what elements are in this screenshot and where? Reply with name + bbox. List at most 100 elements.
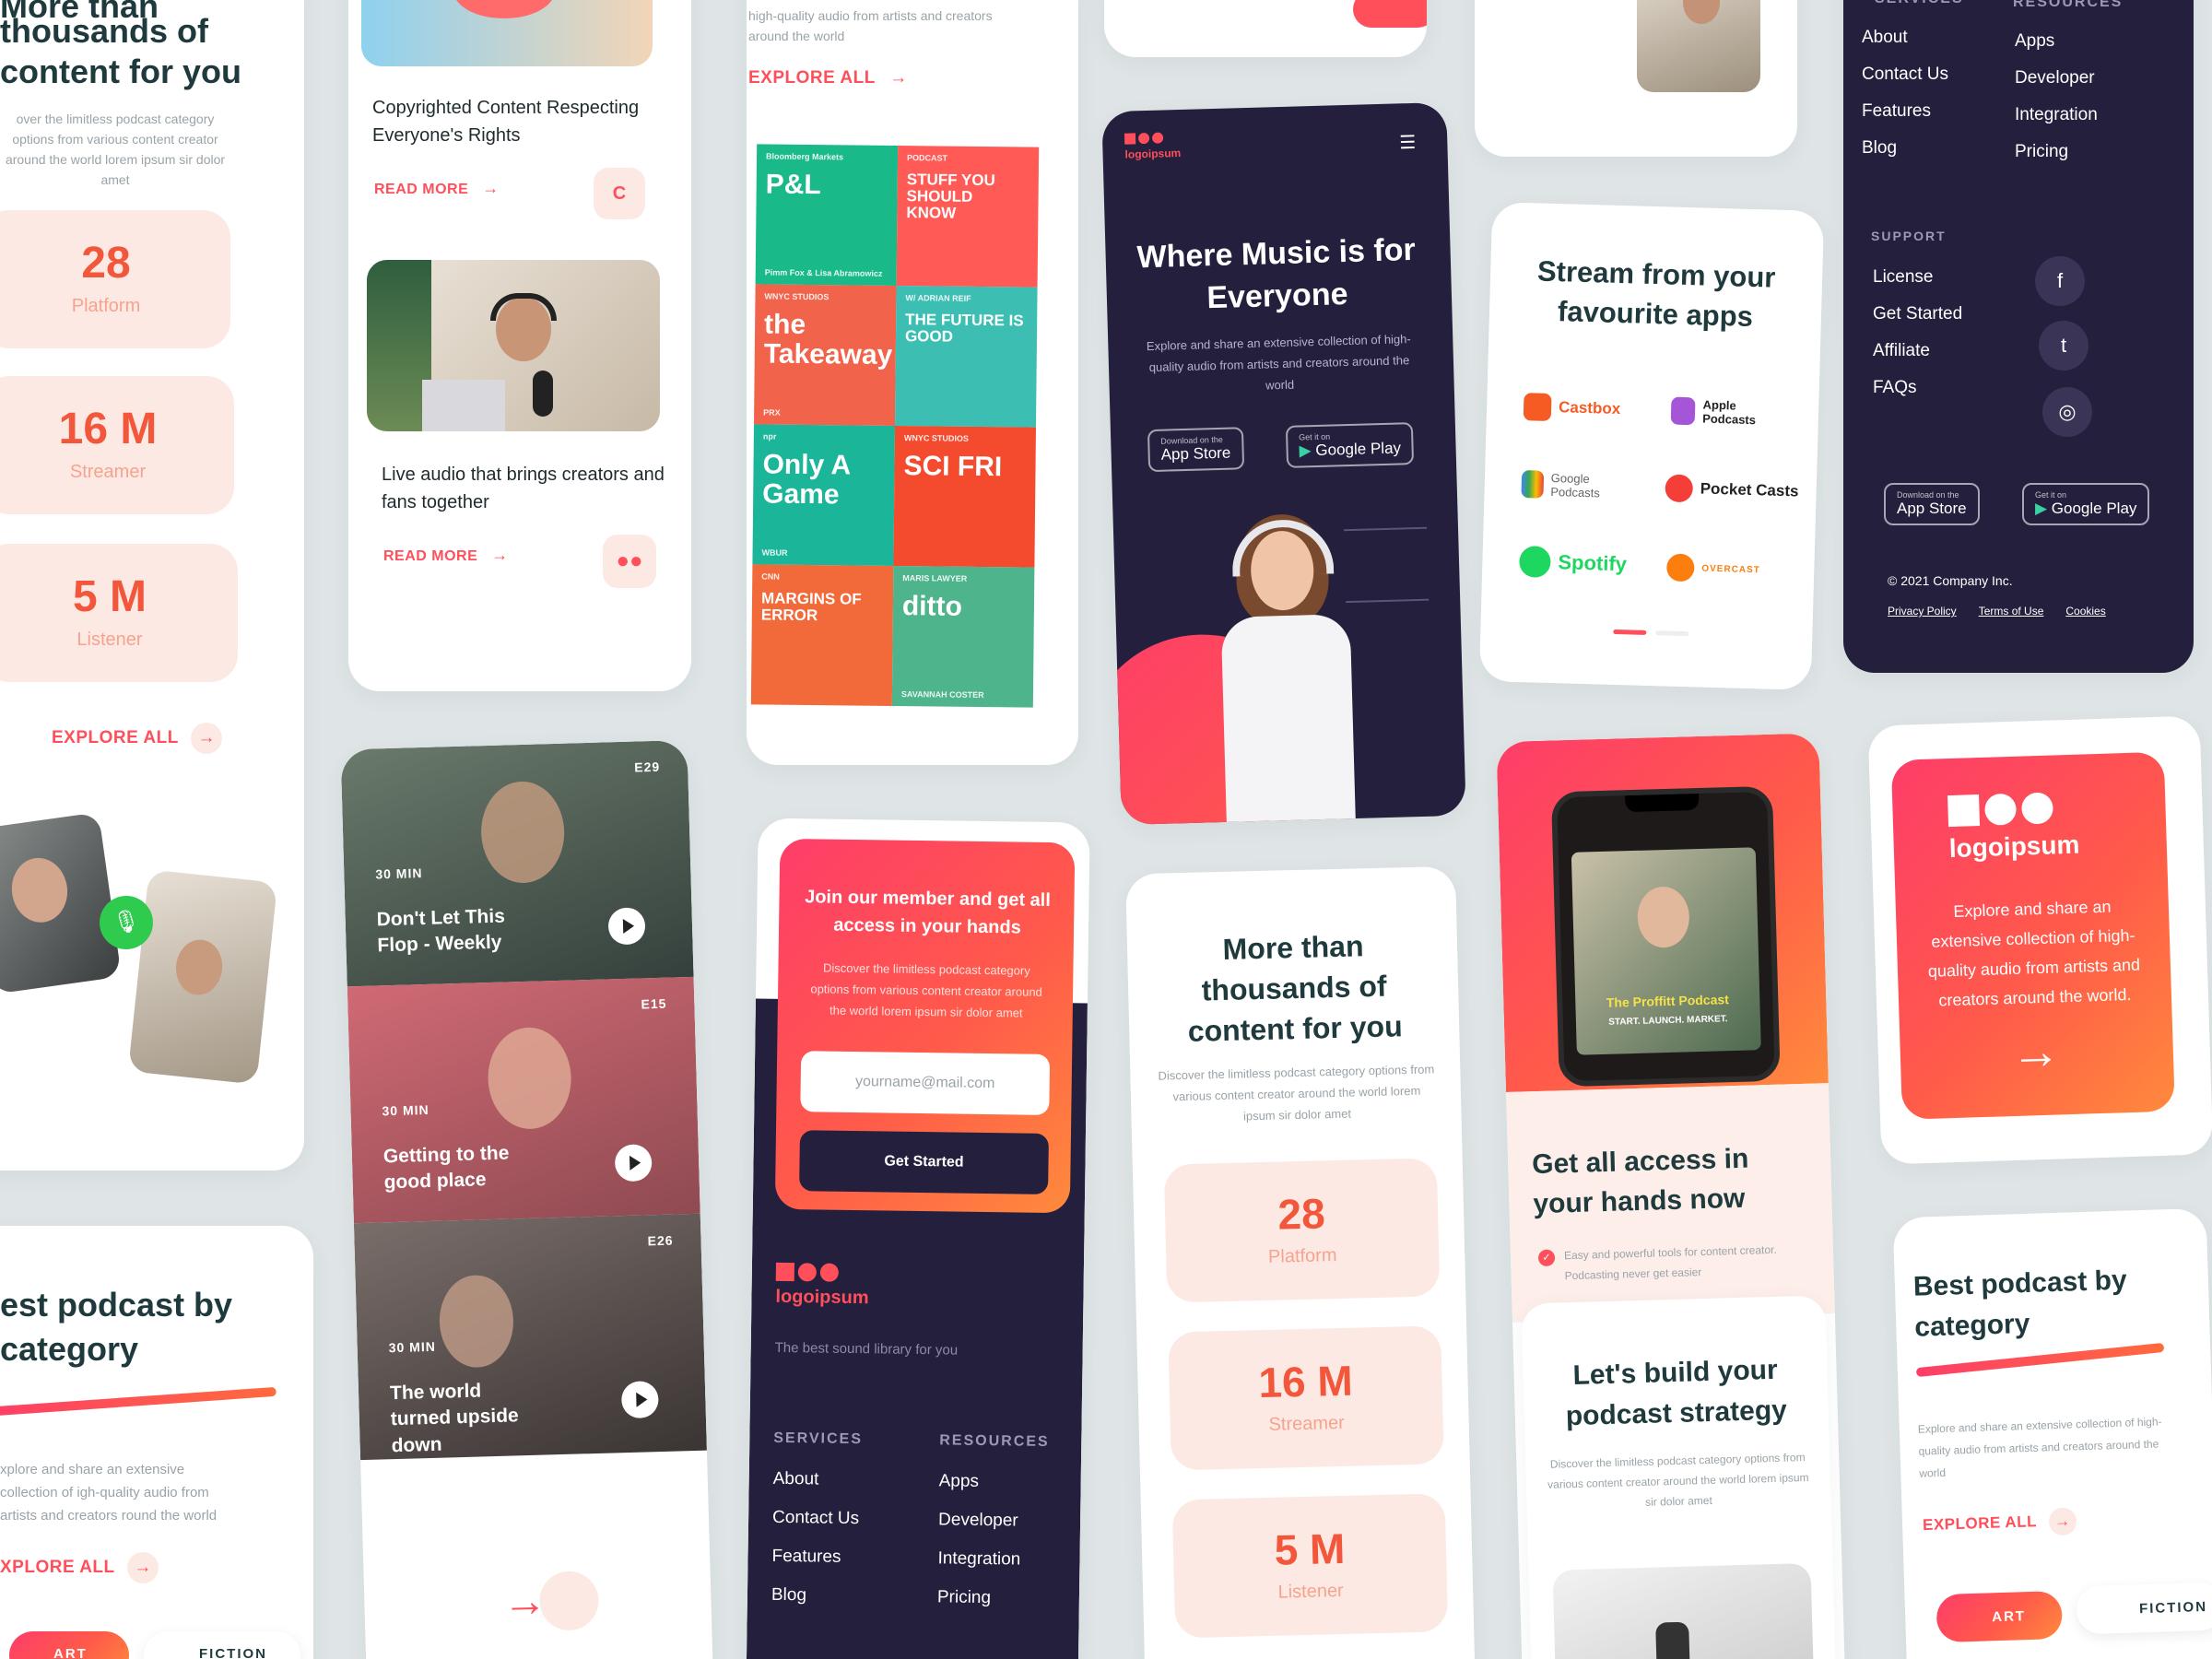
chip-art[interactable]: ART — [9, 1631, 129, 1659]
footer-link[interactable]: Contact Us — [772, 1508, 859, 1529]
swoosh-underline — [1915, 1342, 2165, 1378]
footer-link[interactable]: Integration — [2015, 105, 2098, 125]
resources-list: Apps Developer Integration Pricing — [2015, 31, 2098, 162]
podcast-cover-tile[interactable]: PODCAST STUFF YOU SHOULD KNOW — [896, 146, 1040, 288]
podcast-icon[interactable]: ●● — [603, 535, 656, 588]
arrow-right-icon[interactable]: → — [2010, 1022, 2062, 1081]
email-input[interactable]: yourname@mail.com — [800, 1051, 1051, 1115]
more-title: More than thousands of content for you — [1187, 929, 1404, 1048]
app-store-button[interactable]: Download on the App Store — [1147, 427, 1244, 473]
footer-link[interactable]: Apps — [2015, 31, 2098, 52]
arrow-right-icon: → — [2048, 1507, 2077, 1536]
mic-icon[interactable]: 🎙 — [100, 896, 153, 949]
facebook-icon[interactable]: f — [2035, 256, 2085, 306]
footer-link[interactable]: Features — [771, 1547, 858, 1568]
best-podcast-card-right: Best podcast by category Explore and sha… — [1892, 1207, 2212, 1659]
stat-label: Streamer — [69, 462, 147, 482]
footer-link[interactable]: Blog — [771, 1585, 858, 1606]
join-footer-card: Join our member and get all access in yo… — [746, 818, 1090, 1659]
google-podcasts-logo[interactable]: Google Podcasts — [1521, 470, 1641, 501]
play-button[interactable] — [614, 1144, 653, 1182]
footer-link[interactable]: Get Started — [1873, 304, 1962, 324]
instagram-icon[interactable]: ◎ — [2042, 387, 2092, 437]
spotify-logo[interactable]: Spotify — [1518, 546, 1627, 580]
stat-num: 5 M — [1274, 1524, 1346, 1574]
episode-item[interactable]: E15 30 MIN Getting to the good place — [347, 976, 700, 1224]
carousel-dot-active[interactable] — [1613, 629, 1647, 635]
podcast-cover-tile[interactable]: W/ ADRIAN REIF THE FUTURE IS GOOD — [895, 286, 1038, 428]
google-play-button[interactable]: Get it on ▶ Google Play — [2022, 483, 2150, 525]
app-store-button[interactable]: Download on the App Store — [1884, 483, 1980, 525]
best-podcast-card-left: est podcast by category xplore and share… — [0, 1226, 313, 1659]
episode-photo — [479, 780, 566, 885]
footer-link[interactable]: About — [773, 1469, 860, 1490]
footer-link[interactable]: Pricing — [2015, 142, 2098, 162]
footer-link[interactable]: FAQs — [1873, 378, 1962, 398]
podcast-cover-tile[interactable]: WNYC STUDIOS the Takeaway PRX — [754, 284, 897, 426]
tile-subtitle: npr — [762, 431, 777, 441]
podcast-cover-tile[interactable]: npr Only A Game WBUR — [752, 424, 895, 566]
best-podcast-desc: xplore and share an extensive collection… — [0, 1462, 218, 1524]
episode-duration: 30 MIN — [388, 1338, 437, 1356]
woman-face — [7, 854, 72, 926]
stat-label: Streamer — [1268, 1412, 1346, 1435]
footer-link[interactable]: Blog — [1862, 138, 1948, 159]
explore-all-link-4[interactable]: EXPLORE ALL → — [1923, 1507, 2077, 1539]
legal-link[interactable]: Privacy Policy — [1888, 605, 1957, 618]
best-podcast-title: Best podcast by category — [1912, 1265, 2128, 1343]
podcast-cover-tile[interactable]: MARIS LAWYER ditto SAVANNAH COSTER — [891, 565, 1035, 708]
google-play-button[interactable]: Get it on ▶ Google Play — [1285, 422, 1415, 468]
footer-link[interactable]: Pricing — [937, 1587, 1020, 1608]
overcast-logo[interactable]: OVERCAST — [1665, 553, 1760, 584]
explore-all-link-3[interactable]: EXPLORE ALL → — [748, 68, 908, 88]
footer-link[interactable]: Developer — [938, 1510, 1021, 1531]
cta-button-partial[interactable] — [1353, 0, 1427, 28]
pocket-casts-logo[interactable]: Pocket Casts — [1665, 474, 1799, 505]
episode-item[interactable]: E29 30 MIN Don't Let This Flop - Weekly — [340, 739, 694, 987]
chip-label: ART — [53, 1646, 88, 1659]
get-started-button[interactable]: Get Started — [799, 1130, 1049, 1194]
footer-link[interactable]: Integration — [937, 1548, 1020, 1570]
chip-fiction[interactable]: FICTION — [144, 1631, 300, 1659]
podcast-cover-tile[interactable]: Bloomberg Markets P&L Pimm Fox & Lisa Abra… — [755, 144, 899, 287]
explore-label: XPLORE ALL — [0, 1558, 115, 1578]
email-placeholder: yourname@mail.com — [854, 1074, 995, 1092]
chip-fiction[interactable]: FICTION — [2076, 1582, 2212, 1635]
episode-duration: 30 MIN — [375, 865, 423, 882]
castbox-icon[interactable]: C — [594, 168, 645, 219]
menu-icon[interactable]: ☰ — [1399, 131, 1420, 155]
castbox-logo[interactable]: Castbox — [1523, 393, 1621, 423]
read-more-link-1[interactable]: READ MORE → — [374, 179, 500, 198]
hero-title: Where Music is for Everyone — [1136, 231, 1417, 316]
footer-link[interactable]: Contact Us — [1862, 65, 1948, 85]
legal-link[interactable]: Cookies — [2065, 605, 2105, 618]
episode-code: E26 — [647, 1232, 674, 1249]
support-heading: SUPPORT — [1871, 229, 1947, 243]
chip-label: ART — [1992, 1608, 2027, 1626]
episode-item[interactable]: E26 30 MIN The world turned upside down — [353, 1213, 707, 1461]
episode-title: Don't Let This Flop - Weekly — [376, 905, 506, 957]
stream-apps-card: Stream from your favourite apps Castbox … — [1478, 202, 1825, 690]
footer-link[interactable]: About — [1862, 28, 1948, 48]
phone-mockup: The Proffitt Podcast START. LAUNCH. MARK… — [1550, 785, 1781, 1088]
footer-link[interactable]: Features — [1862, 101, 1948, 122]
footer-link[interactable]: Developer — [2015, 68, 2098, 88]
podcast-cover-tile[interactable]: CNN MARGINS OF ERROR — [750, 564, 894, 706]
play-store-icon: ▶ — [1299, 441, 1316, 460]
apple-podcasts-logo[interactable]: Apple Podcasts — [1670, 396, 1783, 428]
next-arrow-button[interactable]: → — [502, 1573, 578, 1630]
play-button[interactable] — [607, 907, 646, 946]
play-button[interactable] — [620, 1381, 659, 1419]
footer-link[interactable]: Apps — [939, 1471, 1022, 1492]
carousel-dot[interactable] — [1655, 630, 1689, 637]
explore-all-link-2[interactable]: XPLORE ALL → — [0, 1552, 159, 1583]
explore-all-link[interactable]: EXPLORE ALL → — [52, 723, 223, 754]
twitter-icon[interactable]: t — [2039, 321, 2088, 371]
footer-link[interactable]: License — [1873, 267, 1962, 288]
podcast-cover-tile[interactable]: WNYC STUDIOS SCI FRI — [893, 426, 1036, 568]
tile-title: P&L — [765, 169, 821, 201]
chip-art[interactable]: ART — [1936, 1590, 2064, 1643]
read-more-link-2[interactable]: READ MORE → — [383, 546, 509, 565]
footer-link[interactable]: Affiliate — [1873, 341, 1962, 361]
legal-link[interactable]: Terms of Use — [1979, 605, 2044, 618]
